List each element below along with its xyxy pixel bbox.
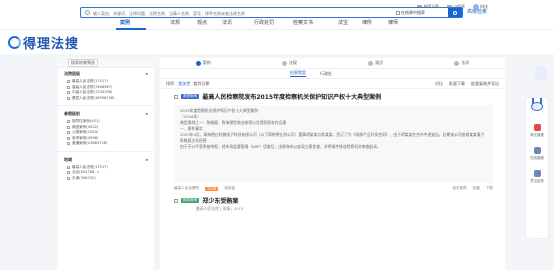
year-badge: 2016	[205, 186, 219, 191]
news-icon	[454, 60, 460, 66]
divider	[58, 105, 154, 106]
batch-actions: 对比 批量下载 批量复制并导出	[435, 81, 499, 87]
headset-icon	[533, 147, 541, 154]
section-search-icon[interactable]: ⌕	[146, 157, 148, 163]
float-item-new-laws[interactable]: 新法速递	[526, 124, 548, 137]
advanced-search-link[interactable]: 高级检索	[467, 8, 487, 15]
checkbox[interactable]	[396, 11, 400, 15]
batch-export-button[interactable]: 批量复制并导出	[471, 81, 499, 87]
sort-relevance[interactable]: 相关性	[178, 81, 190, 87]
expand-icon	[67, 165, 70, 169]
sub-tabs: 检察院案 行政处	[160, 69, 505, 79]
search-button[interactable]	[448, 8, 462, 17]
download-button[interactable]: 下载	[486, 186, 493, 191]
result-title[interactable]: 最高人民检察院发布2015年度检察机关保护知识产权十大典型案例	[202, 92, 381, 101]
sidebar-header: 搜索结果筛选	[58, 58, 154, 68]
nav-item-news[interactable]: 法讯	[222, 19, 232, 26]
compare-button[interactable]: 对比	[435, 81, 443, 87]
nav-item-views[interactable]: 观点	[197, 19, 207, 26]
nav-item-laws[interactable]: 法规	[170, 19, 180, 26]
result-tag: 指导案例	[181, 198, 200, 203]
result-tabs: 案例 法规 观点 法讯	[160, 58, 505, 69]
results-panel: 案例 法规 观点 法讯 检察院案 行政处 排序: 相关性 裁判日期 对比 批量下…	[160, 58, 505, 270]
divider	[58, 150, 154, 152]
section-title: 法院层级	[64, 71, 80, 76]
result-excerpt: 2015年度检察机关保护知识产权十大典型案例 （2016年） 典型案例之一：陈晓…	[174, 105, 493, 183]
float-item-feedback[interactable]: 意见反馈	[526, 170, 548, 183]
result-meta: 最高人民检察院 2016 阅读量 相关推荐 收藏 下载	[174, 186, 493, 191]
sort-label: 排序:	[166, 80, 176, 86]
tab-cases[interactable]: 案例	[160, 58, 246, 68]
batch-download-button[interactable]: 批量下载	[449, 81, 465, 87]
search-icon	[85, 10, 90, 15]
view-count: 阅读量	[224, 186, 236, 190]
filter-section-court-level: 法院层级 ⌕ 最高人民法院(17517) 高级人民法院(7468967) 中级人民…	[58, 68, 154, 103]
float-item-service[interactable]: 在线客服	[526, 147, 548, 160]
subtab-administrative[interactable]: 行政处	[320, 71, 332, 77]
related-button[interactable]: 相关推荐	[452, 186, 466, 191]
filter-section-region: 地域 ⌕ 最高人民法院(17517) 北京(624768...) 天津(33674…	[58, 154, 154, 184]
case-icon	[195, 60, 201, 66]
expand-icon	[67, 142, 70, 146]
nav-item-lawfirm[interactable]: 律所	[362, 19, 372, 26]
result-tag: 典型案例	[181, 94, 200, 99]
side-pill[interactable]	[535, 66, 547, 80]
search-icon	[453, 10, 457, 15]
expand-icon	[67, 96, 70, 100]
expand-icon	[67, 85, 70, 89]
search-in-result[interactable]: 在结果中搜索	[396, 10, 425, 16]
sort-bar: 排序: 相关性 裁判日期 对比 批量下载 批量复制并导出	[160, 79, 505, 89]
nav-item-lawyer[interactable]: 律师	[388, 19, 398, 26]
filter-button[interactable]: 搜索结果筛选	[68, 58, 98, 67]
result-checkbox[interactable]	[174, 198, 178, 203]
search-row	[0, 30, 554, 54]
filter-section-reference-level: 参照级别 ⌕ 指导性案例(451) 典型案例(4522) 公报案例(1629) 参…	[58, 108, 154, 149]
filter-sidebar: 搜索结果筛选 法院层级 ⌕ 最高人民法院(17517) 高级人民法院(746896…	[58, 58, 154, 270]
logo[interactable]: 得理法搜	[8, 34, 79, 52]
section-title: 参照级别	[64, 111, 80, 116]
tab-laws[interactable]: 法规	[246, 58, 332, 68]
mascot-icon[interactable]	[528, 98, 546, 112]
expand-icon	[67, 171, 70, 175]
new-law-icon	[533, 124, 541, 131]
filter-item[interactable]: 天津(336742)	[64, 176, 148, 182]
expand-icon	[67, 120, 70, 124]
tab-news[interactable]: 法讯	[419, 58, 505, 68]
tab-views[interactable]: 观点	[333, 58, 419, 68]
filter-item[interactable]: 基层人民法院(18598746)	[64, 96, 148, 102]
result-item: 典型案例 最高人民检察院发布2015年度检察机关保护知识产权十大典型案例 201…	[160, 89, 505, 193]
law-icon	[281, 60, 287, 66]
subtab-procuratorate[interactable]: 检察院案	[290, 70, 306, 77]
right-float-toolbar: 新法速递 在线客服 意见反馈	[526, 98, 548, 238]
feedback-icon	[533, 170, 541, 177]
result-checkbox[interactable]	[174, 94, 178, 99]
expand-icon	[67, 125, 70, 129]
expand-icon	[67, 91, 70, 95]
section-title: 地域	[64, 156, 72, 162]
main-nav: 案例 法规 观点 法讯 行政处罚 检察文书 法宝 律所 律师	[0, 16, 554, 30]
favorite-button[interactable]: 收藏	[473, 186, 480, 191]
search-box: 在结果中搜索	[80, 7, 463, 18]
nav-item-fabao[interactable]: 法宝	[338, 19, 348, 26]
search-input[interactable]	[93, 9, 393, 17]
nav-item-procuratorate[interactable]: 检察文书	[293, 19, 313, 26]
result-subtitle: 最高人民法院 | 刑事 | 2015	[196, 206, 244, 211]
result-item: 指导案例 郑少东受贿案 最高人民法院 | 刑事 | 2015	[160, 193, 505, 214]
expand-icon	[67, 176, 70, 180]
view-icon	[368, 60, 374, 66]
expand-icon	[67, 131, 70, 135]
section-search-icon[interactable]: ⌕	[146, 111, 148, 117]
result-title[interactable]: 郑少东受贿案	[202, 196, 238, 205]
filter-item[interactable]: 普通案例(23683728)	[64, 141, 148, 147]
expand-icon	[67, 80, 70, 84]
nav-item-cases[interactable]: 案例	[120, 19, 130, 26]
nav-item-penalty[interactable]: 行政处罚	[254, 19, 274, 26]
result-court: 最高人民检察院	[174, 186, 200, 190]
expand-icon	[67, 136, 70, 140]
section-search-icon[interactable]: ⌕	[146, 71, 148, 77]
sort-date[interactable]: 裁判日期	[193, 81, 209, 87]
logo-icon	[8, 35, 21, 49]
